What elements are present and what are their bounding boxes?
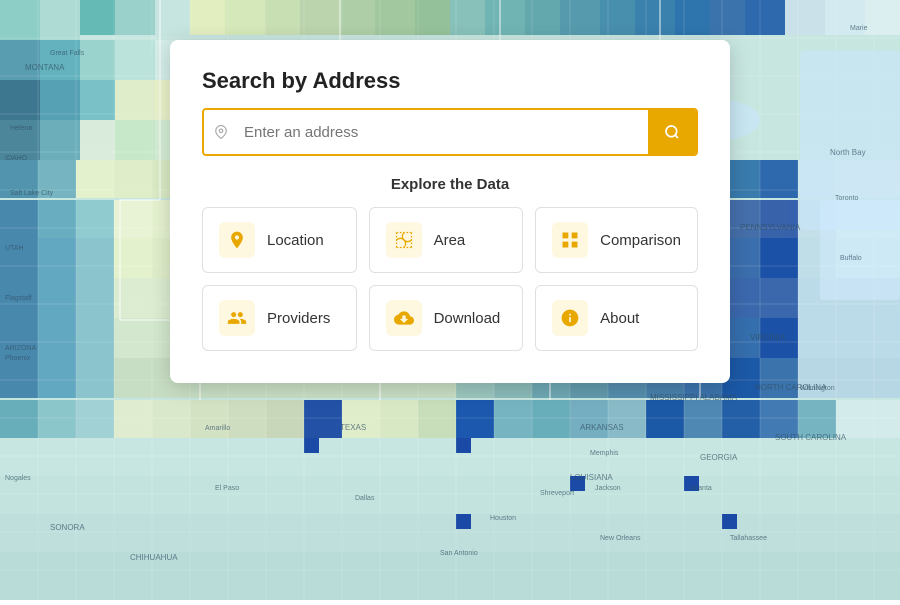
svg-text:CHIHUAHUA: CHIHUAHUA xyxy=(130,553,178,562)
explore-label: Explore the Data xyxy=(202,176,698,193)
svg-text:Shreveport: Shreveport xyxy=(540,490,574,497)
svg-text:ARKANSAS: ARKANSAS xyxy=(580,423,624,432)
comparison-icon-box xyxy=(552,222,588,258)
address-search-input[interactable] xyxy=(238,114,648,151)
about-icon-box xyxy=(552,300,588,336)
explore-item-area[interactable]: Area xyxy=(369,207,524,273)
svg-text:MONTANA: MONTANA xyxy=(25,63,65,72)
svg-text:North Bay: North Bay xyxy=(830,148,866,157)
svg-text:Nogales: Nogales xyxy=(5,475,31,482)
svg-text:Phoenix: Phoenix xyxy=(5,355,31,362)
svg-text:New Orleans: New Orleans xyxy=(600,535,641,542)
svg-text:Atlanta: Atlanta xyxy=(690,485,712,492)
search-bar-container xyxy=(202,108,698,156)
svg-text:Toronto: Toronto xyxy=(835,195,858,202)
svg-text:IDAHO: IDAHO xyxy=(5,155,28,162)
explore-item-providers[interactable]: Providers xyxy=(202,285,357,351)
svg-text:Dallas: Dallas xyxy=(355,495,375,502)
location-pin-search-icon xyxy=(204,125,238,139)
svg-text:Buffalo: Buffalo xyxy=(840,255,862,262)
svg-text:SONORA: SONORA xyxy=(50,523,85,532)
svg-text:San Antonio: San Antonio xyxy=(440,550,478,557)
svg-text:SOUTH CAROLINA: SOUTH CAROLINA xyxy=(775,433,847,442)
area-label: Area xyxy=(434,232,466,249)
svg-text:Great Falls: Great Falls xyxy=(50,50,85,57)
providers-label: Providers xyxy=(267,310,330,327)
svg-text:UTAH: UTAH xyxy=(5,245,24,252)
search-submit-button[interactable] xyxy=(648,110,696,154)
svg-text:PENNSYLVANIA: PENNSYLVANIA xyxy=(740,223,801,232)
svg-text:Tallahassee: Tallahassee xyxy=(730,535,767,542)
svg-text:Houston: Houston xyxy=(490,515,516,522)
providers-icon-box xyxy=(219,300,255,336)
svg-text:Amarillo: Amarillo xyxy=(205,425,230,432)
svg-text:El Paso: El Paso xyxy=(215,485,239,492)
svg-text:Salt Lake City: Salt Lake City xyxy=(10,190,54,197)
svg-text:GEORGIA: GEORGIA xyxy=(700,453,738,462)
explore-item-location[interactable]: Location xyxy=(202,207,357,273)
svg-text:ARIZONA: ARIZONA xyxy=(5,345,36,352)
explore-item-comparison[interactable]: Comparison xyxy=(535,207,698,273)
area-icon-box xyxy=(386,222,422,258)
explore-grid: Location Area Comparison xyxy=(202,207,698,351)
svg-text:Flagstaff: Flagstaff xyxy=(5,295,32,302)
svg-text:Jackson: Jackson xyxy=(595,485,621,492)
svg-text:MISSISSIPPI ALABAMA: MISSISSIPPI ALABAMA xyxy=(650,393,738,402)
download-icon-box xyxy=(386,300,422,336)
search-title: Search by Address xyxy=(202,68,698,94)
svg-text:LOUISIANA: LOUISIANA xyxy=(570,473,613,482)
svg-text:Marie: Marie xyxy=(850,25,868,32)
svg-text:TEXAS: TEXAS xyxy=(340,423,366,432)
about-label: About xyxy=(600,310,639,327)
location-label: Location xyxy=(267,232,324,249)
location-icon-box xyxy=(219,222,255,258)
svg-text:Helena: Helena xyxy=(10,125,32,132)
svg-text:VIRGINIA: VIRGINIA xyxy=(750,333,786,342)
explore-item-about[interactable]: About xyxy=(535,285,698,351)
download-label: Download xyxy=(434,310,501,327)
comparison-label: Comparison xyxy=(600,232,681,249)
svg-text:Wilmington: Wilmington xyxy=(800,385,835,392)
explore-item-download[interactable]: Download xyxy=(369,285,524,351)
search-panel: Search by Address Explore the Data Loc xyxy=(170,40,730,383)
svg-text:Memphis: Memphis xyxy=(590,450,619,457)
